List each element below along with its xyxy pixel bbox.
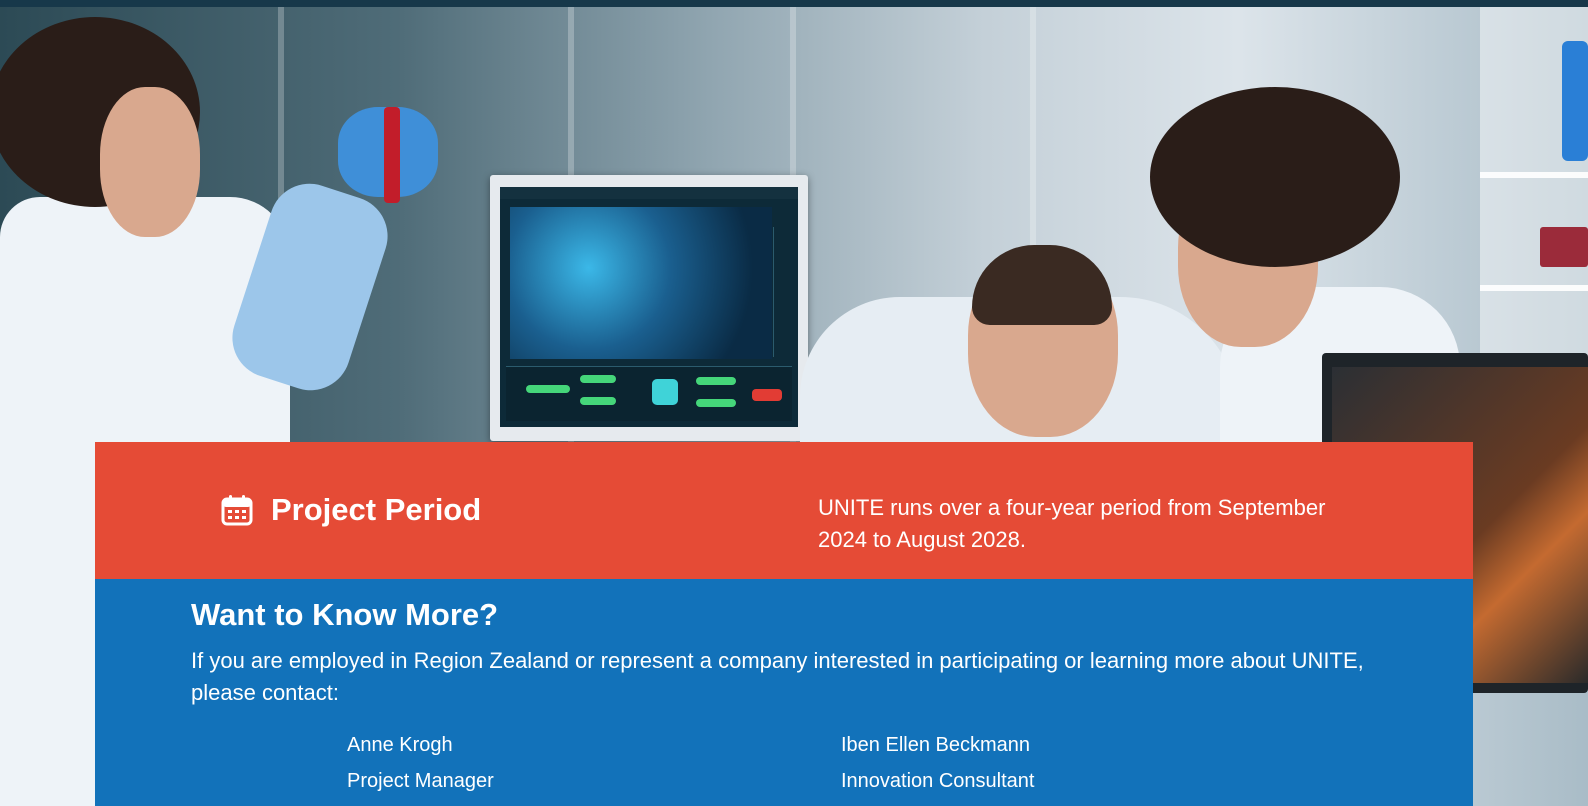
contact-text: If you are employed in Region Zealand or… [191, 648, 1364, 705]
top-bar [0, 0, 1588, 7]
calendar-icon [221, 495, 253, 526]
contact-name: Anne Krogh [347, 734, 453, 756]
monitor-sidebar [773, 227, 792, 357]
flow-node [752, 389, 782, 401]
flow-node [580, 397, 616, 405]
contact-person: Iben Ellen Beckmann Innovation Consultan… [841, 727, 1034, 799]
contact-band: Want to Know More? If you are employed i… [95, 579, 1473, 806]
flow-node [696, 377, 736, 385]
node-flow [506, 366, 792, 421]
contact-person: Anne Krogh Project Manager [347, 727, 494, 799]
shelf-board [1480, 172, 1588, 178]
monitor-screen [500, 187, 798, 427]
contact-role: Project Manager [347, 770, 494, 792]
lab-monitor [490, 175, 808, 441]
hair [972, 245, 1112, 325]
hair [1150, 87, 1400, 267]
test-tube [384, 107, 400, 203]
project-period-text: UNITE runs over a four-year period from … [818, 495, 1326, 552]
contact-role: Innovation Consultant [841, 770, 1035, 792]
contact-heading: Want to Know More? [191, 597, 499, 632]
flow-node [652, 379, 678, 405]
flow-node [526, 385, 570, 393]
monitor-menubar [500, 187, 798, 199]
contact-name: Iben Ellen Beckmann [841, 734, 1031, 756]
sample-vials [1540, 227, 1588, 267]
face [100, 87, 200, 237]
project-period-title: Project Period [221, 490, 481, 530]
flow-node [580, 375, 616, 383]
visualization [510, 207, 772, 359]
blue-bottle [1562, 41, 1588, 161]
flow-node [696, 399, 736, 407]
project-period-heading: Project Period [271, 492, 482, 527]
project-period-band: Project Period UNITE runs over a four-ye… [95, 442, 1473, 579]
shelf-board [1480, 285, 1588, 291]
